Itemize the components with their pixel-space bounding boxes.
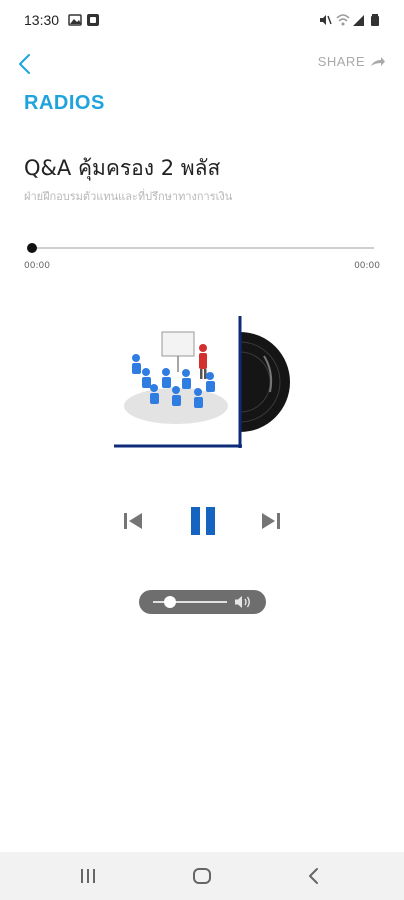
- share-label: SHARE: [317, 54, 365, 69]
- episode-subtitle: ฝ่ายฝึกอบรมตัวแทนและที่ปรึกษาทางการเงิน: [24, 190, 233, 203]
- signal-icon: [353, 15, 364, 26]
- next-button[interactable]: [260, 510, 282, 532]
- share-arrow-icon: [371, 56, 385, 66]
- episode-title: Q&A คุ้มครอง 2 พลัส: [24, 156, 221, 180]
- total-time: 00:00: [354, 261, 380, 271]
- volume-knob[interactable]: [164, 596, 177, 608]
- speaker-icon: [235, 596, 250, 608]
- previous-button[interactable]: [122, 510, 144, 532]
- recent-apps-icon[interactable]: [76, 864, 100, 888]
- status-time: 13:30: [24, 12, 60, 28]
- battery-icon: [371, 14, 379, 26]
- system-nav-bar: [0, 852, 404, 900]
- previous-icon: [124, 513, 142, 529]
- volume-control[interactable]: [139, 590, 266, 614]
- gallery-icon: [68, 14, 82, 26]
- album-artwork: [114, 316, 290, 448]
- pause-icon: [191, 507, 215, 535]
- current-time: 00:00: [24, 261, 50, 271]
- page-title: RADIOS: [24, 92, 105, 114]
- status-bar: 13:30: [0, 0, 404, 40]
- nav-back-icon[interactable]: [302, 864, 326, 888]
- wifi-icon: [336, 14, 350, 26]
- mute-icon: [320, 15, 332, 25]
- next-icon: [262, 513, 280, 529]
- seek-knob[interactable]: [27, 243, 37, 253]
- pause-button[interactable]: [190, 506, 216, 536]
- app-notification-icon: [87, 14, 99, 26]
- share-button[interactable]: SHARE: [318, 54, 386, 69]
- back-button[interactable]: [14, 52, 36, 76]
- home-icon[interactable]: [190, 864, 214, 888]
- seek-bar[interactable]: [30, 247, 374, 249]
